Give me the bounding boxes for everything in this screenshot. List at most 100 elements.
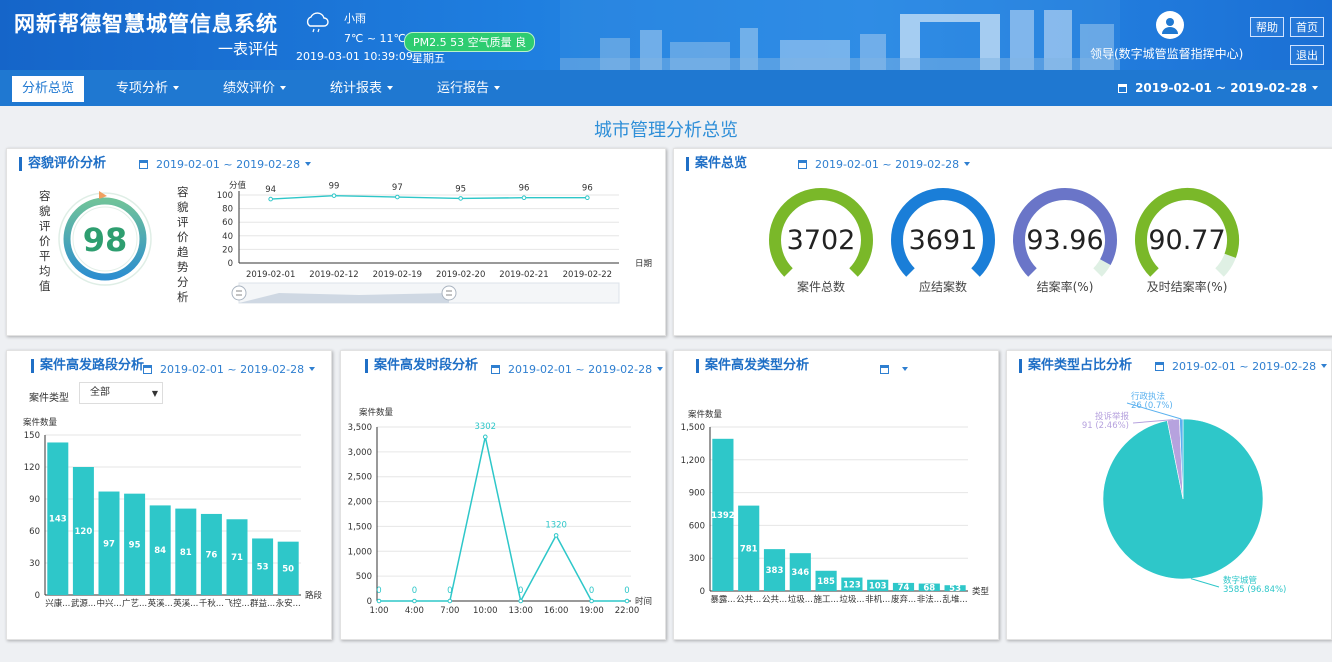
panel-date-range: 2019-02-01 ~ 2019-02-28 (156, 158, 301, 171)
data-label: 0 (376, 586, 381, 596)
panel-date-picker[interactable]: 2019-02-01 ~ 2019-02-28 (798, 158, 971, 171)
nav-item-special-analysis[interactable]: 专项分析 (106, 76, 189, 102)
bar-value-label: 76 (205, 550, 217, 560)
trend-vertical-label: 容貌评价趋势分析 (177, 185, 189, 304)
panel-date-picker[interactable]: 2019-02-01 ~ 2019-02-28 (143, 363, 316, 376)
data-label: 96 (582, 184, 593, 194)
y-tick-label: 0 (35, 591, 40, 601)
bar-value-label: 185 (817, 577, 835, 587)
data-label: 0 (624, 586, 629, 596)
x-tick-label: 武源... (71, 598, 96, 609)
gauge-label: 案件总数 (796, 280, 845, 294)
chevron-down-icon (387, 86, 394, 90)
panel-date-picker[interactable]: 2019-02-01 ~ 2019-02-28 (139, 158, 312, 171)
x-tick-label: 2019-02-22 (563, 270, 612, 280)
series-line (270, 194, 588, 200)
data-label: 1320 (545, 520, 567, 530)
panel-title: 案件类型占比分析 (1019, 359, 1132, 373)
nav-item-label: 绩效评价 (223, 81, 276, 96)
data-point (521, 195, 527, 201)
zoom-handle-left[interactable] (231, 285, 247, 301)
header: 网新帮德智慧城管信息系统 一表评估 小雨 7℃ ~ 11℃ PM2.5 53 空… (0, 0, 1332, 70)
x-tick-label: 7:00 (440, 606, 459, 616)
panel-date-picker[interactable]: 2019-02-01 ~ 2019-02-28 (491, 363, 664, 376)
weather-temperature: 7℃ ~ 11℃ (344, 32, 406, 45)
pie-leader-line (1190, 578, 1220, 588)
nav-item-operation-report[interactable]: 运行报告 (427, 76, 510, 102)
bar-value-label: 81 (180, 548, 192, 558)
x-tick-label: 群益... (250, 598, 275, 609)
nav-item-reports[interactable]: 统计报表 (320, 76, 403, 102)
x-tick-label: 飞控... (224, 598, 249, 609)
bar-value-label: 97 (103, 539, 115, 549)
y-tick-label: 300 (689, 554, 705, 564)
y-tick-label: 20 (222, 245, 233, 255)
y-tick-label: 1,500 (681, 423, 705, 433)
y-tick-label: 40 (222, 232, 233, 242)
data-point (589, 598, 594, 604)
x-tick-label: 乱堆... (943, 594, 968, 605)
gauge-label: 应结案数 (918, 280, 967, 294)
pie-slice-value: 3585 (96.84%) (1223, 585, 1286, 595)
data-point (624, 598, 630, 604)
data-label: 0 (447, 586, 452, 596)
data-point (376, 598, 382, 604)
panel-date-range: 2019-02-01 ~ 2019-02-28 (508, 363, 653, 376)
case-type-panel: 案件高发类型分析 案件数量 0 300 600 900 1,200 1,500 1392 暴露.… (673, 350, 999, 640)
weather-condition: 小雨 (344, 12, 366, 25)
x-tick-label: 4:00 (405, 606, 424, 616)
data-point (447, 598, 453, 604)
home-button[interactable]: 首页 (1290, 17, 1324, 37)
case-type-select[interactable]: 全部 ▼ (79, 382, 163, 404)
y-tick-label: 3,000 (348, 448, 372, 458)
x-tick-label: 2019-02-19 (373, 270, 422, 280)
calendar-icon (491, 365, 500, 374)
bar-value-label: 120 (75, 527, 93, 537)
case-type-filter-label: 案件类型 (29, 393, 69, 404)
case-share-pie-chart: 数字城管3585 (96.84%)投诉举报91 (2.46%)行政执法26 (0… (1082, 391, 1287, 595)
x-tick-label: 22:00 (615, 606, 640, 616)
bar-value-label: 71 (231, 553, 243, 563)
bar-value-label: 781 (740, 544, 758, 554)
case-type-select-value: 全部 (90, 387, 110, 398)
nav-item-performance[interactable]: 绩效评价 (213, 76, 296, 102)
chevron-down-icon (309, 367, 316, 371)
nav-item-overview[interactable]: 分析总览 (12, 76, 85, 102)
y-tick-label: 1,500 (348, 522, 372, 532)
data-point (482, 434, 488, 440)
panel-date-picker[interactable] (880, 363, 908, 376)
y-tick-label: 500 (356, 572, 372, 582)
help-button[interactable]: 帮助 (1250, 17, 1284, 37)
y-tick-label: 2,500 (348, 473, 372, 483)
x-tick-label: 19:00 (579, 606, 604, 616)
page-title: 城市管理分析总览 (594, 120, 738, 141)
bar-value-label: 1392 (711, 511, 735, 521)
data-label: 95 (455, 184, 466, 194)
bar-value-label: 50 (282, 564, 294, 574)
x-tick-label: 广艺... (122, 598, 147, 609)
bar-value-label: 103 (869, 581, 887, 591)
user-avatar-icon[interactable] (1156, 11, 1184, 39)
y-tick-label: 2,000 (348, 498, 372, 508)
panel-date-range: 2019-02-01 ~ 2019-02-28 (160, 363, 305, 376)
gauge-value: 3691 (908, 225, 978, 256)
pie-slice-value: 91 (2.46%) (1082, 421, 1129, 431)
data-point (458, 196, 463, 201)
global-date-range: 2019-02-01 ~ 2019-02-28 (1135, 81, 1307, 95)
logout-button[interactable]: 退出 (1290, 45, 1324, 65)
x-tick-label: 永安... (276, 598, 301, 609)
panel-date-picker[interactable]: 2019-02-01 ~ 2019-02-28 (1155, 360, 1328, 373)
data-point (268, 196, 273, 202)
zoom-handle-right[interactable] (441, 285, 457, 301)
y-tick-label: 80 (222, 205, 233, 215)
global-date-picker[interactable]: 2019-02-01 ~ 2019-02-28 (1118, 81, 1318, 95)
pie-slice-value: 26 (0.7%) (1131, 401, 1173, 411)
score-trend-chart: 分值 0 20 40 60 80 100 94 2019-02-01 99 2019-02-12 97… (217, 180, 652, 304)
appearance-panel: 容貌评价分析 2019-02-01 ~ 2019-02-28 容貌评价平均值 9… (6, 148, 666, 336)
chevron-down-icon (657, 367, 664, 371)
y-axis-label: 分值 (229, 180, 247, 191)
y-tick-label: 1,000 (348, 547, 372, 557)
data-point (395, 194, 400, 200)
panel-title: 案件高发时段分析 (365, 359, 478, 373)
app-subtitle: 一表评估 (218, 40, 279, 58)
